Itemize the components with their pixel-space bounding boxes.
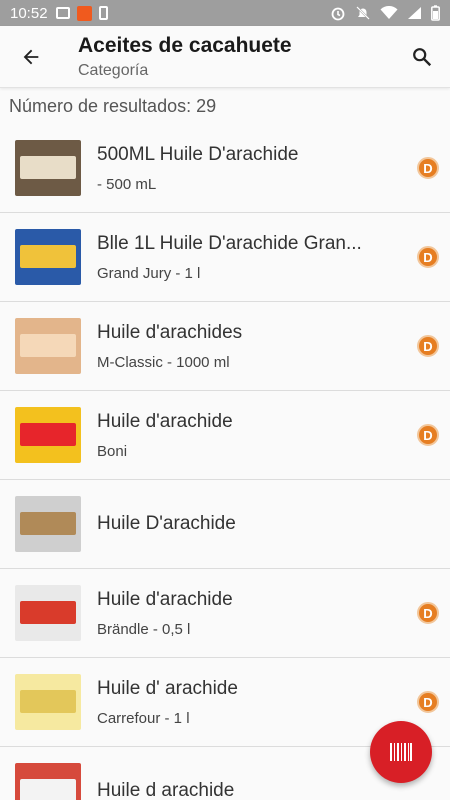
item-texts: Huile d'arachides M-Classic - 1000 ml [97, 322, 450, 371]
scan-barcode-button[interactable] [370, 721, 432, 783]
result-count: Número de resultados: 29 [9, 96, 217, 116]
search-icon [413, 47, 432, 66]
search-button[interactable] [394, 26, 450, 88]
product-thumbnail [15, 318, 81, 374]
status-time: 10:52 [10, 4, 48, 22]
product-label-graphic [20, 778, 76, 800]
mute-icon [356, 6, 370, 20]
item-texts: Huile d arachide [97, 780, 450, 800]
list-item[interactable]: Huile d'arachide Boni D [0, 391, 450, 480]
product-name: Huile D'arachide [97, 513, 236, 534]
image-notification-icon [55, 7, 70, 19]
product-thumbnail [15, 763, 81, 800]
nutriscore-grade-badge: D [417, 157, 439, 179]
product-label-graphic [20, 600, 76, 625]
item-texts: Huile d'arachide Boni [97, 411, 450, 460]
product-brand: Grand Jury - 1 l [97, 264, 201, 282]
product-thumbnail [15, 585, 81, 641]
list-item[interactable]: Huile D'arachide [0, 480, 450, 569]
status-bar: 10:52 [0, 0, 450, 26]
product-name: Blle 1L Huile D'arachide Gran... [97, 232, 362, 254]
arrow-back-icon [23, 49, 39, 64]
page-subtitle: Categoría [78, 61, 149, 79]
product-brand: M-Classic - 1000 ml [97, 353, 230, 371]
product-label-graphic [20, 244, 76, 269]
product-name: Huile d' arachide [97, 677, 238, 699]
product-brand: Brändle - 0,5 l [97, 620, 191, 638]
list-item[interactable]: 500ML Huile D'arachide - 500 mL D [0, 124, 450, 213]
title-block: Aceites de cacahuete Categoría [62, 34, 394, 80]
product-name: Huile d'arachides [97, 321, 243, 343]
nutriscore-grade-badge: D [417, 335, 439, 357]
list-item[interactable]: Blle 1L Huile D'arachide Gran... Grand Ju… [0, 213, 450, 302]
product-list: 500ML Huile D'arachide - 500 mL D Blle 1L … [0, 124, 450, 800]
product-thumbnail [15, 496, 81, 552]
item-texts: 500ML Huile D'arachide - 500 mL [97, 144, 450, 193]
nutriscore-grade-badge: D [417, 691, 439, 713]
product-label-graphic [20, 422, 76, 447]
product-brand: Boni [97, 442, 128, 460]
product-thumbnail [15, 407, 81, 463]
product-thumbnail [15, 229, 81, 285]
nutriscore-grade-badge: D [417, 246, 439, 268]
product-thumbnail [15, 140, 81, 196]
battery-icon [431, 5, 440, 21]
product-label-graphic [20, 689, 76, 714]
nutriscore-grade-badge: D [417, 424, 439, 446]
wifi-icon [380, 6, 398, 19]
product-label-graphic [20, 333, 76, 358]
phone-notification-icon [98, 6, 108, 20]
back-button[interactable] [0, 26, 62, 88]
product-name: Huile d arachide [97, 780, 235, 800]
item-texts: Huile D'arachide [97, 513, 450, 535]
alarm-icon [331, 7, 345, 21]
page-title: Aceites de cacahuete [78, 33, 292, 57]
list-item[interactable]: Huile d'arachide Brändle - 0,5 l D [0, 569, 450, 658]
product-thumbnail [15, 674, 81, 730]
product-name: Huile d'arachide [97, 410, 233, 432]
barcode-icon [390, 743, 412, 761]
item-texts: Blle 1L Huile D'arachide Gran... Grand Ju… [97, 233, 450, 282]
list-item[interactable]: Huile d'arachides M-Classic - 1000 ml D [0, 302, 450, 391]
product-name: Huile d'arachide [97, 588, 233, 610]
item-texts: Huile d'arachide Brändle - 0,5 l [97, 589, 450, 638]
status-icons [330, 5, 440, 21]
product-name: 500ML Huile D'arachide [97, 143, 299, 165]
item-texts: Huile d' arachide Carrefour - 1 l [97, 678, 450, 727]
product-brand: Carrefour - 1 l [97, 709, 190, 727]
product-label-graphic [20, 511, 76, 536]
product-brand: - 500 mL [97, 175, 157, 193]
app-bar: Aceites de cacahuete Categoría [0, 26, 450, 88]
app-notification-icon [76, 5, 92, 21]
nutriscore-grade-badge: D [417, 602, 439, 624]
signal-icon [408, 7, 421, 19]
product-label-graphic [20, 155, 76, 180]
